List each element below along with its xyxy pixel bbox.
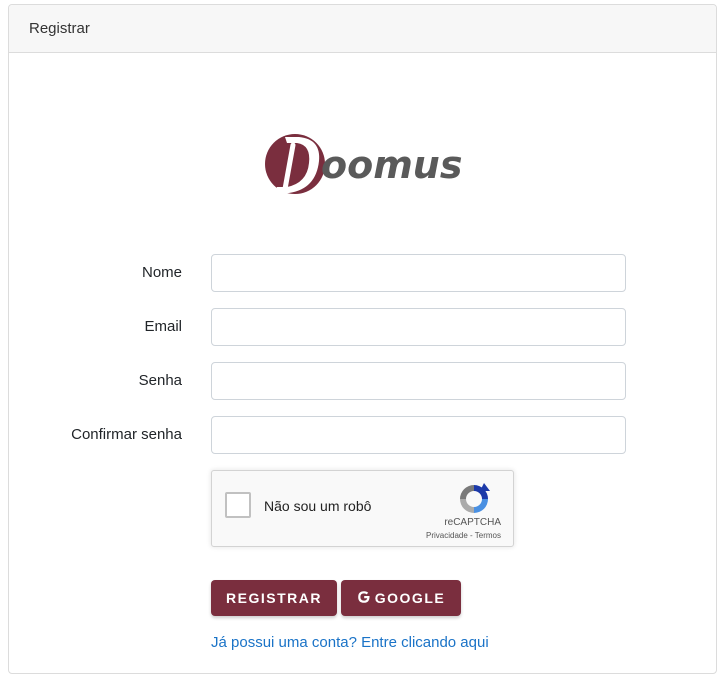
recaptcha-label: Não sou um robô (264, 498, 372, 514)
name-input[interactable] (211, 254, 626, 292)
login-link[interactable]: Já possui uma conta? Entre clicando aqui (211, 634, 489, 651)
recaptcha-checkbox[interactable] (225, 492, 251, 518)
logo-text: oomus (321, 143, 462, 187)
name-row: Nome (9, 254, 718, 292)
password-row: Senha (9, 362, 718, 400)
recaptcha-brand: reCAPTCHA (444, 517, 501, 528)
doomus-logo: oomus (263, 131, 475, 203)
card-header: Registrar (9, 5, 716, 53)
name-label: Nome (141, 264, 182, 281)
register-button[interactable]: REGISTRAR (211, 580, 337, 616)
card-title: Registrar (29, 20, 90, 37)
recaptcha-logo-icon (456, 481, 492, 517)
recaptcha-widget: Não sou um robô reCAPTCHA Privacidade - … (211, 470, 514, 547)
password-input[interactable] (211, 362, 626, 400)
recaptcha-links: Privacidade - Termos (426, 531, 501, 540)
recaptcha-terms-link[interactable]: Termos (475, 531, 501, 540)
google-signin-button[interactable]: GOOGLE (341, 580, 461, 616)
recaptcha-privacy-link[interactable]: Privacidade (426, 531, 468, 540)
google-button-label: GOOGLE (374, 590, 446, 606)
email-input[interactable] (211, 308, 626, 346)
confirm-password-row: Confirmar senha (9, 416, 718, 454)
google-g-icon (357, 590, 371, 607)
password-label: Senha (138, 372, 182, 389)
email-label: Email (144, 318, 182, 335)
confirm-password-label: Confirmar senha (71, 426, 182, 443)
confirm-password-input[interactable] (211, 416, 626, 454)
recaptcha-link-separator: - (467, 531, 475, 540)
register-button-label: REGISTRAR (226, 590, 322, 606)
email-row: Email (9, 308, 718, 346)
register-card: Registrar oomus Nome Email Senha Confirm… (8, 4, 717, 674)
